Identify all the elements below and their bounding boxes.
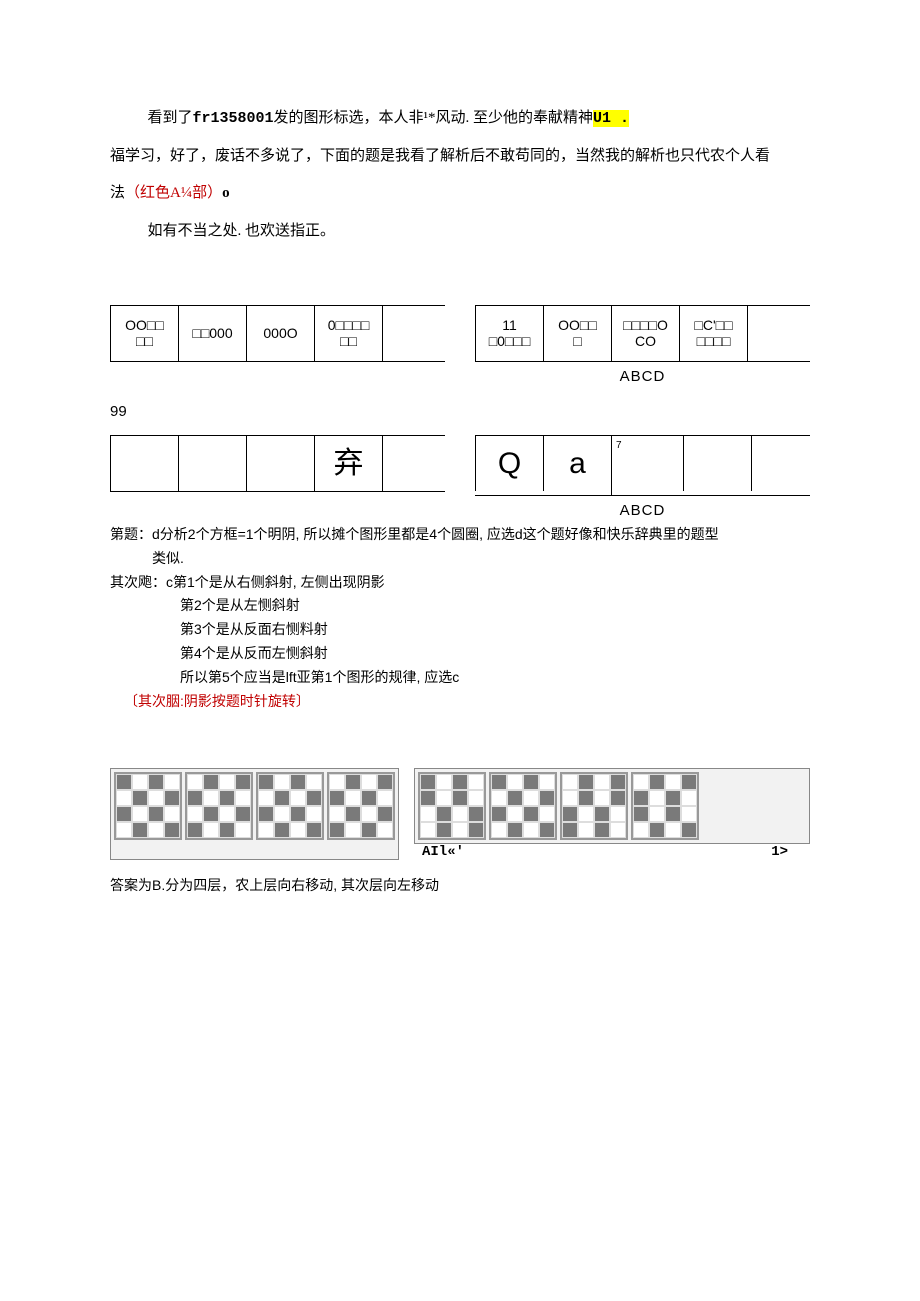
analysis-line: 其次飑：c第1个是从右侧斜射, 左侧出现阴影 [110, 571, 810, 595]
analysis-line: 所以第5个应当是lft亚第1个图形的规律, 应选c [110, 666, 810, 690]
box: a [543, 436, 611, 491]
analysis-line: 第题：d分析2个方框=1个明阴, 所以摊个图形里都是4个圆圈, 应选d这个题好像… [110, 523, 810, 547]
box: 弃 [314, 436, 383, 491]
grid [185, 772, 253, 840]
analysis-block: 第题：d分析2个方框=1个明阴, 所以摊个图形里都是4个圆圈, 应选d这个题好像… [110, 523, 810, 713]
grid [489, 772, 557, 840]
checker-given [110, 768, 399, 860]
grid [327, 772, 395, 840]
checker-options [414, 768, 810, 844]
box [110, 436, 178, 491]
question-row-2: 弃 Q a 7 ABCD [110, 435, 810, 519]
intro-line-1: 看到了fr1358001发的图形标选，本人非¹*风动. 至少他的奉献精神U1 . [110, 100, 810, 138]
grid [560, 772, 628, 840]
box: Q [475, 436, 543, 491]
highlight-u1: U1 . [593, 110, 629, 127]
box [683, 436, 752, 491]
question-number-99: 99 [110, 403, 810, 420]
question-row-1: OO□□□□ □□000 000O 0□□□□□□ 11□0□□□ OO□□□ … [110, 305, 810, 385]
analysis-line: 第3个是从反面右恻料射 [110, 618, 810, 642]
q1-given-boxes: OO□□□□ □□000 000O 0□□□□□□ [110, 305, 445, 362]
box [178, 436, 246, 491]
txt: 看到了 [148, 110, 193, 126]
box: 11□0□□□ [475, 306, 543, 361]
txt: 发的图形标选，本人非¹*风动. 至少他的奉献精神 [274, 110, 594, 126]
box [246, 436, 314, 491]
grid [256, 772, 324, 840]
abcd-label: ABCD [475, 368, 810, 385]
red-note: （红色A¼部） [125, 185, 222, 201]
q1-option-boxes: 11□0□□□ OO□□□ □□□□OCO □C'□□□□□□ [475, 305, 810, 362]
ann-left: AIl«' [422, 844, 464, 860]
username: fr1358001 [193, 110, 274, 127]
abcd-label: ABCD [475, 502, 810, 519]
analysis-line: 第2个是从左恻斜射 [110, 594, 810, 618]
grid [631, 772, 699, 840]
grid-annotation: AIl«' 1> [414, 844, 810, 860]
intro-line-3: 法（红色A¼部）o [110, 175, 810, 213]
box: □□000 [178, 306, 246, 361]
box: OO□□□ [543, 306, 611, 361]
grid [418, 772, 486, 840]
analysis-line: 第4个是从反而左恻斜射 [110, 642, 810, 666]
box: 0□□□□□□ [314, 306, 383, 361]
intro-line-2: 福学习，好了，废话不多说了，下面的题是我看了解析后不敢苟同的，当然我的解析也只代… [110, 138, 810, 176]
analysis-red-note: 〔其次胭:阴影按题时针旋转〕 [110, 690, 810, 714]
ann-right: 1> [771, 844, 788, 860]
box: 000O [246, 306, 314, 361]
analysis-line: 类似. [110, 547, 810, 571]
box: □C'□□□□□□ [679, 306, 748, 361]
box: OO□□□□ [110, 306, 178, 361]
intro-line-4: 如有不当之处. 也欢送指正。 [110, 213, 810, 251]
checker-grids-row: AIl«' 1> [110, 768, 810, 860]
txt: o [222, 185, 230, 201]
q2-given-boxes: 弃 [110, 435, 445, 492]
grid [114, 772, 182, 840]
box: □□□□OCO [611, 306, 679, 361]
q2-option-boxes: Q a 7 [475, 435, 810, 496]
box: 7 [611, 436, 683, 495]
txt: 法 [110, 185, 125, 201]
answer-b-text: 答案为B.分为四层，农上层向右移动, 其次层向左移动 [110, 874, 810, 898]
